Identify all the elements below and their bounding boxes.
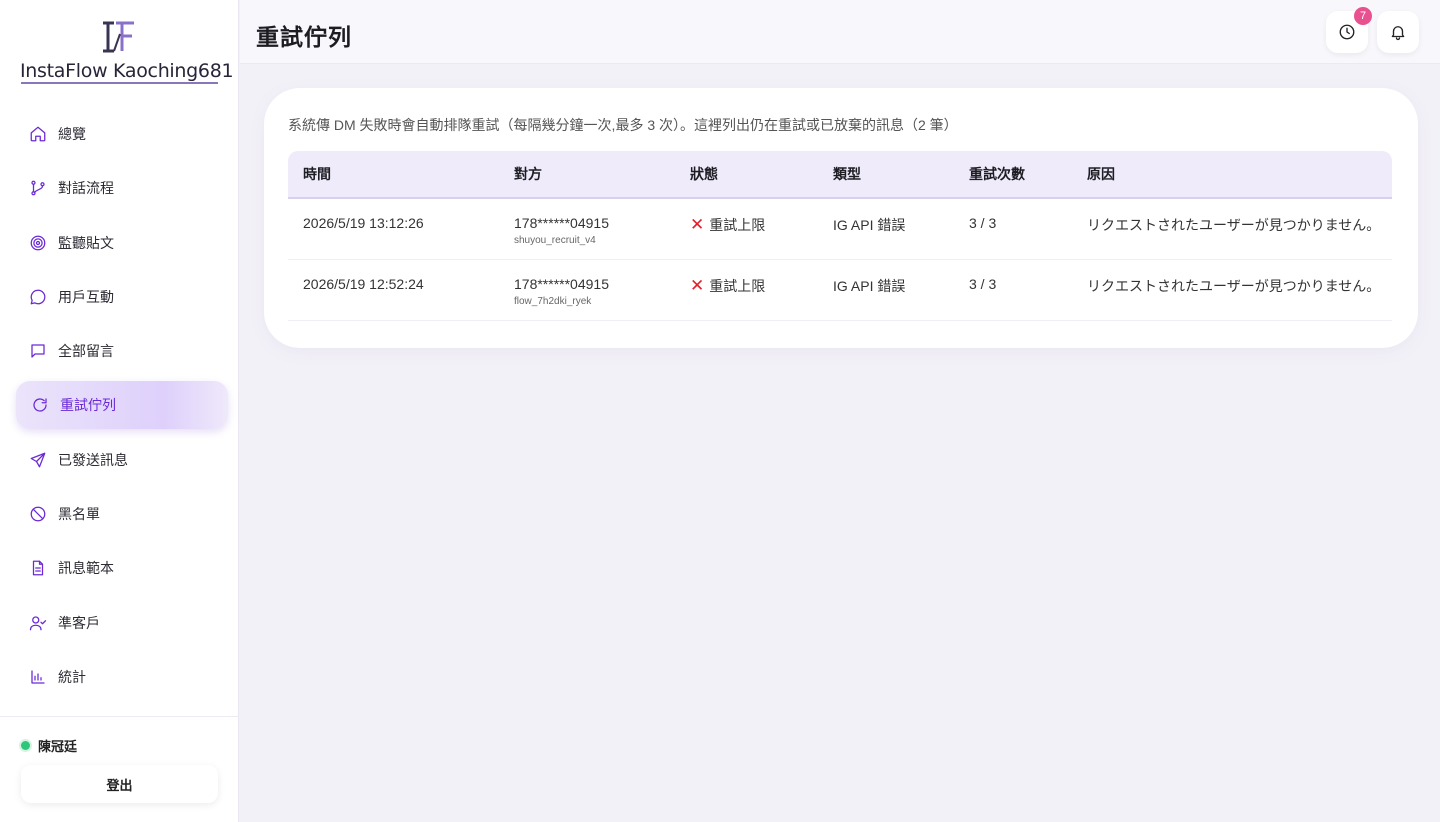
cell-reason: リクエストされたユーザーが見つかりません。 xyxy=(1072,260,1392,321)
cell-recipient: 178******04915 flow_7h2dki_ryek xyxy=(499,260,675,321)
sidebar-item-label: 對話流程 xyxy=(58,180,114,197)
sidebar-item-overview[interactable]: 總覽 xyxy=(16,110,228,158)
sidebar: InstaFlow Kaoching681 總覽 對話流程 監聽貼文 用戶互動 … xyxy=(0,0,239,822)
table-row[interactable]: 2026/5/19 12:52:24 178******04915 flow_7… xyxy=(288,260,1392,321)
clock-icon xyxy=(1339,24,1355,40)
sidebar-item-interactions[interactable]: 用戶互動 xyxy=(16,273,228,321)
ban-icon xyxy=(28,504,48,524)
status-label: 重試上限 xyxy=(709,278,766,294)
cell-recipient: 178******04915 shuyou_recruit_v4 xyxy=(499,199,675,260)
bar-chart-icon xyxy=(28,667,48,687)
message-square-icon xyxy=(28,341,48,361)
sidebar-item-watch-posts[interactable]: 監聽貼文 xyxy=(16,219,228,267)
sidebar-item-comments[interactable]: 全部留言 xyxy=(16,327,228,375)
top-bar: 重試佇列 7 xyxy=(240,0,1440,64)
cell-type: IG API 錯誤 xyxy=(818,260,954,321)
recipient-id: 178******04915 xyxy=(514,276,609,292)
sidebar-item-label: 準客戶 xyxy=(58,614,100,631)
logo-mark-icon xyxy=(103,21,134,53)
sidebar-item-sent-messages[interactable]: 已發送訊息 xyxy=(16,436,228,484)
recipient-id: 178******04915 xyxy=(514,215,609,231)
sidebar-item-label: 監聽貼文 xyxy=(58,234,114,251)
refresh-icon xyxy=(30,395,50,415)
sidebar-item-blacklist[interactable]: 黑名單 xyxy=(16,490,228,538)
column-header-time: 時間 xyxy=(288,151,499,199)
column-header-status: 狀態 xyxy=(675,151,818,199)
sidebar-item-label: 黑名單 xyxy=(58,506,100,523)
cell-reason: リクエストされたユーザーが見つかりません。 xyxy=(1072,199,1392,260)
sidebar-item-flows[interactable]: 對話流程 xyxy=(16,164,228,212)
flow-name: shuyou_recruit_v4 xyxy=(514,235,596,246)
sidebar-footer: 陳冠廷 登出 xyxy=(0,716,239,822)
file-text-icon xyxy=(28,558,48,578)
target-icon xyxy=(28,233,48,253)
column-header-retries: 重試次數 xyxy=(954,151,1072,199)
cell-type: IG API 錯誤 xyxy=(818,199,954,260)
logout-button[interactable]: 登出 xyxy=(21,765,218,803)
status-label: 重試上限 xyxy=(709,217,766,233)
table-header-row: 時間 對方 狀態 類型 重試次數 原因 xyxy=(288,151,1392,199)
home-icon xyxy=(28,124,48,144)
online-status-dot xyxy=(21,741,30,750)
sidebar-item-label: 用戶互動 xyxy=(58,288,114,305)
sidebar-nav: 總覽 對話流程 監聽貼文 用戶互動 全部留言 重試佇列 已發送訊息 黑名單 訊息… xyxy=(16,110,228,707)
current-user: 陳冠廷 xyxy=(21,736,77,755)
cross-mark-icon: ✕ xyxy=(690,215,705,234)
sidebar-item-leads[interactable]: 準客戶 xyxy=(16,599,228,647)
notifications-button[interactable] xyxy=(1377,11,1419,53)
sidebar-item-label: 訊息範本 xyxy=(58,560,114,577)
flow-branch-icon xyxy=(28,178,48,198)
sidebar-item-retry-queue[interactable]: 重試佇列 xyxy=(16,381,228,430)
bell-icon xyxy=(1391,26,1405,41)
column-header-type: 類型 xyxy=(818,151,954,199)
chat-bubble-icon xyxy=(28,287,48,307)
sidebar-item-label: 全部留言 xyxy=(58,343,114,360)
history-button[interactable]: 7 xyxy=(1326,7,1372,53)
page-title: 重試佇列 xyxy=(256,24,352,50)
brand-logo[interactable]: InstaFlow Kaoching681 xyxy=(20,20,234,86)
sidebar-item-templates[interactable]: 訊息範本 xyxy=(16,544,228,592)
cross-mark-icon: ✕ xyxy=(690,276,705,295)
cell-time: 2026/5/19 13:12:26 xyxy=(288,199,499,260)
column-header-recipient: 對方 xyxy=(499,151,675,199)
cell-status: ✕ 重試上限 xyxy=(675,199,818,260)
user-name: 陳冠廷 xyxy=(38,739,78,754)
logo-underline xyxy=(21,82,218,84)
cell-time: 2026/5/19 12:52:24 xyxy=(288,260,499,321)
logo-text: InstaFlow Kaoching681 xyxy=(20,60,234,82)
cell-retries: 3 / 3 xyxy=(954,260,1072,321)
retry-queue-table: 時間 對方 狀態 類型 重試次數 原因 2026/5/19 13:12:26 1… xyxy=(288,151,1392,321)
retry-queue-card: 系統傳 DM 失敗時會自動排隊重試（每隔幾分鐘一次,最多 3 次）。這裡列出仍在… xyxy=(264,88,1418,348)
sidebar-item-label: 統計 xyxy=(58,668,86,685)
column-header-reason: 原因 xyxy=(1072,151,1392,199)
cell-status: ✕ 重試上限 xyxy=(675,260,818,321)
cell-retries: 3 / 3 xyxy=(954,199,1072,260)
user-check-icon xyxy=(28,613,48,633)
sidebar-item-label: 總覽 xyxy=(58,126,86,142)
retry-queue-description: 系統傳 DM 失敗時會自動排隊重試（每隔幾分鐘一次,最多 3 次）。這裡列出仍在… xyxy=(288,117,958,133)
history-badge: 7 xyxy=(1354,7,1372,25)
sidebar-item-stats[interactable]: 統計 xyxy=(16,653,228,701)
sidebar-item-label: 重試佇列 xyxy=(60,397,116,414)
sidebar-item-label: 已發送訊息 xyxy=(58,451,128,468)
send-icon xyxy=(28,450,48,470)
flow-name: flow_7h2dki_ryek xyxy=(514,296,592,307)
table-row[interactable]: 2026/5/19 13:12:26 178******04915 shuyou… xyxy=(288,199,1392,260)
